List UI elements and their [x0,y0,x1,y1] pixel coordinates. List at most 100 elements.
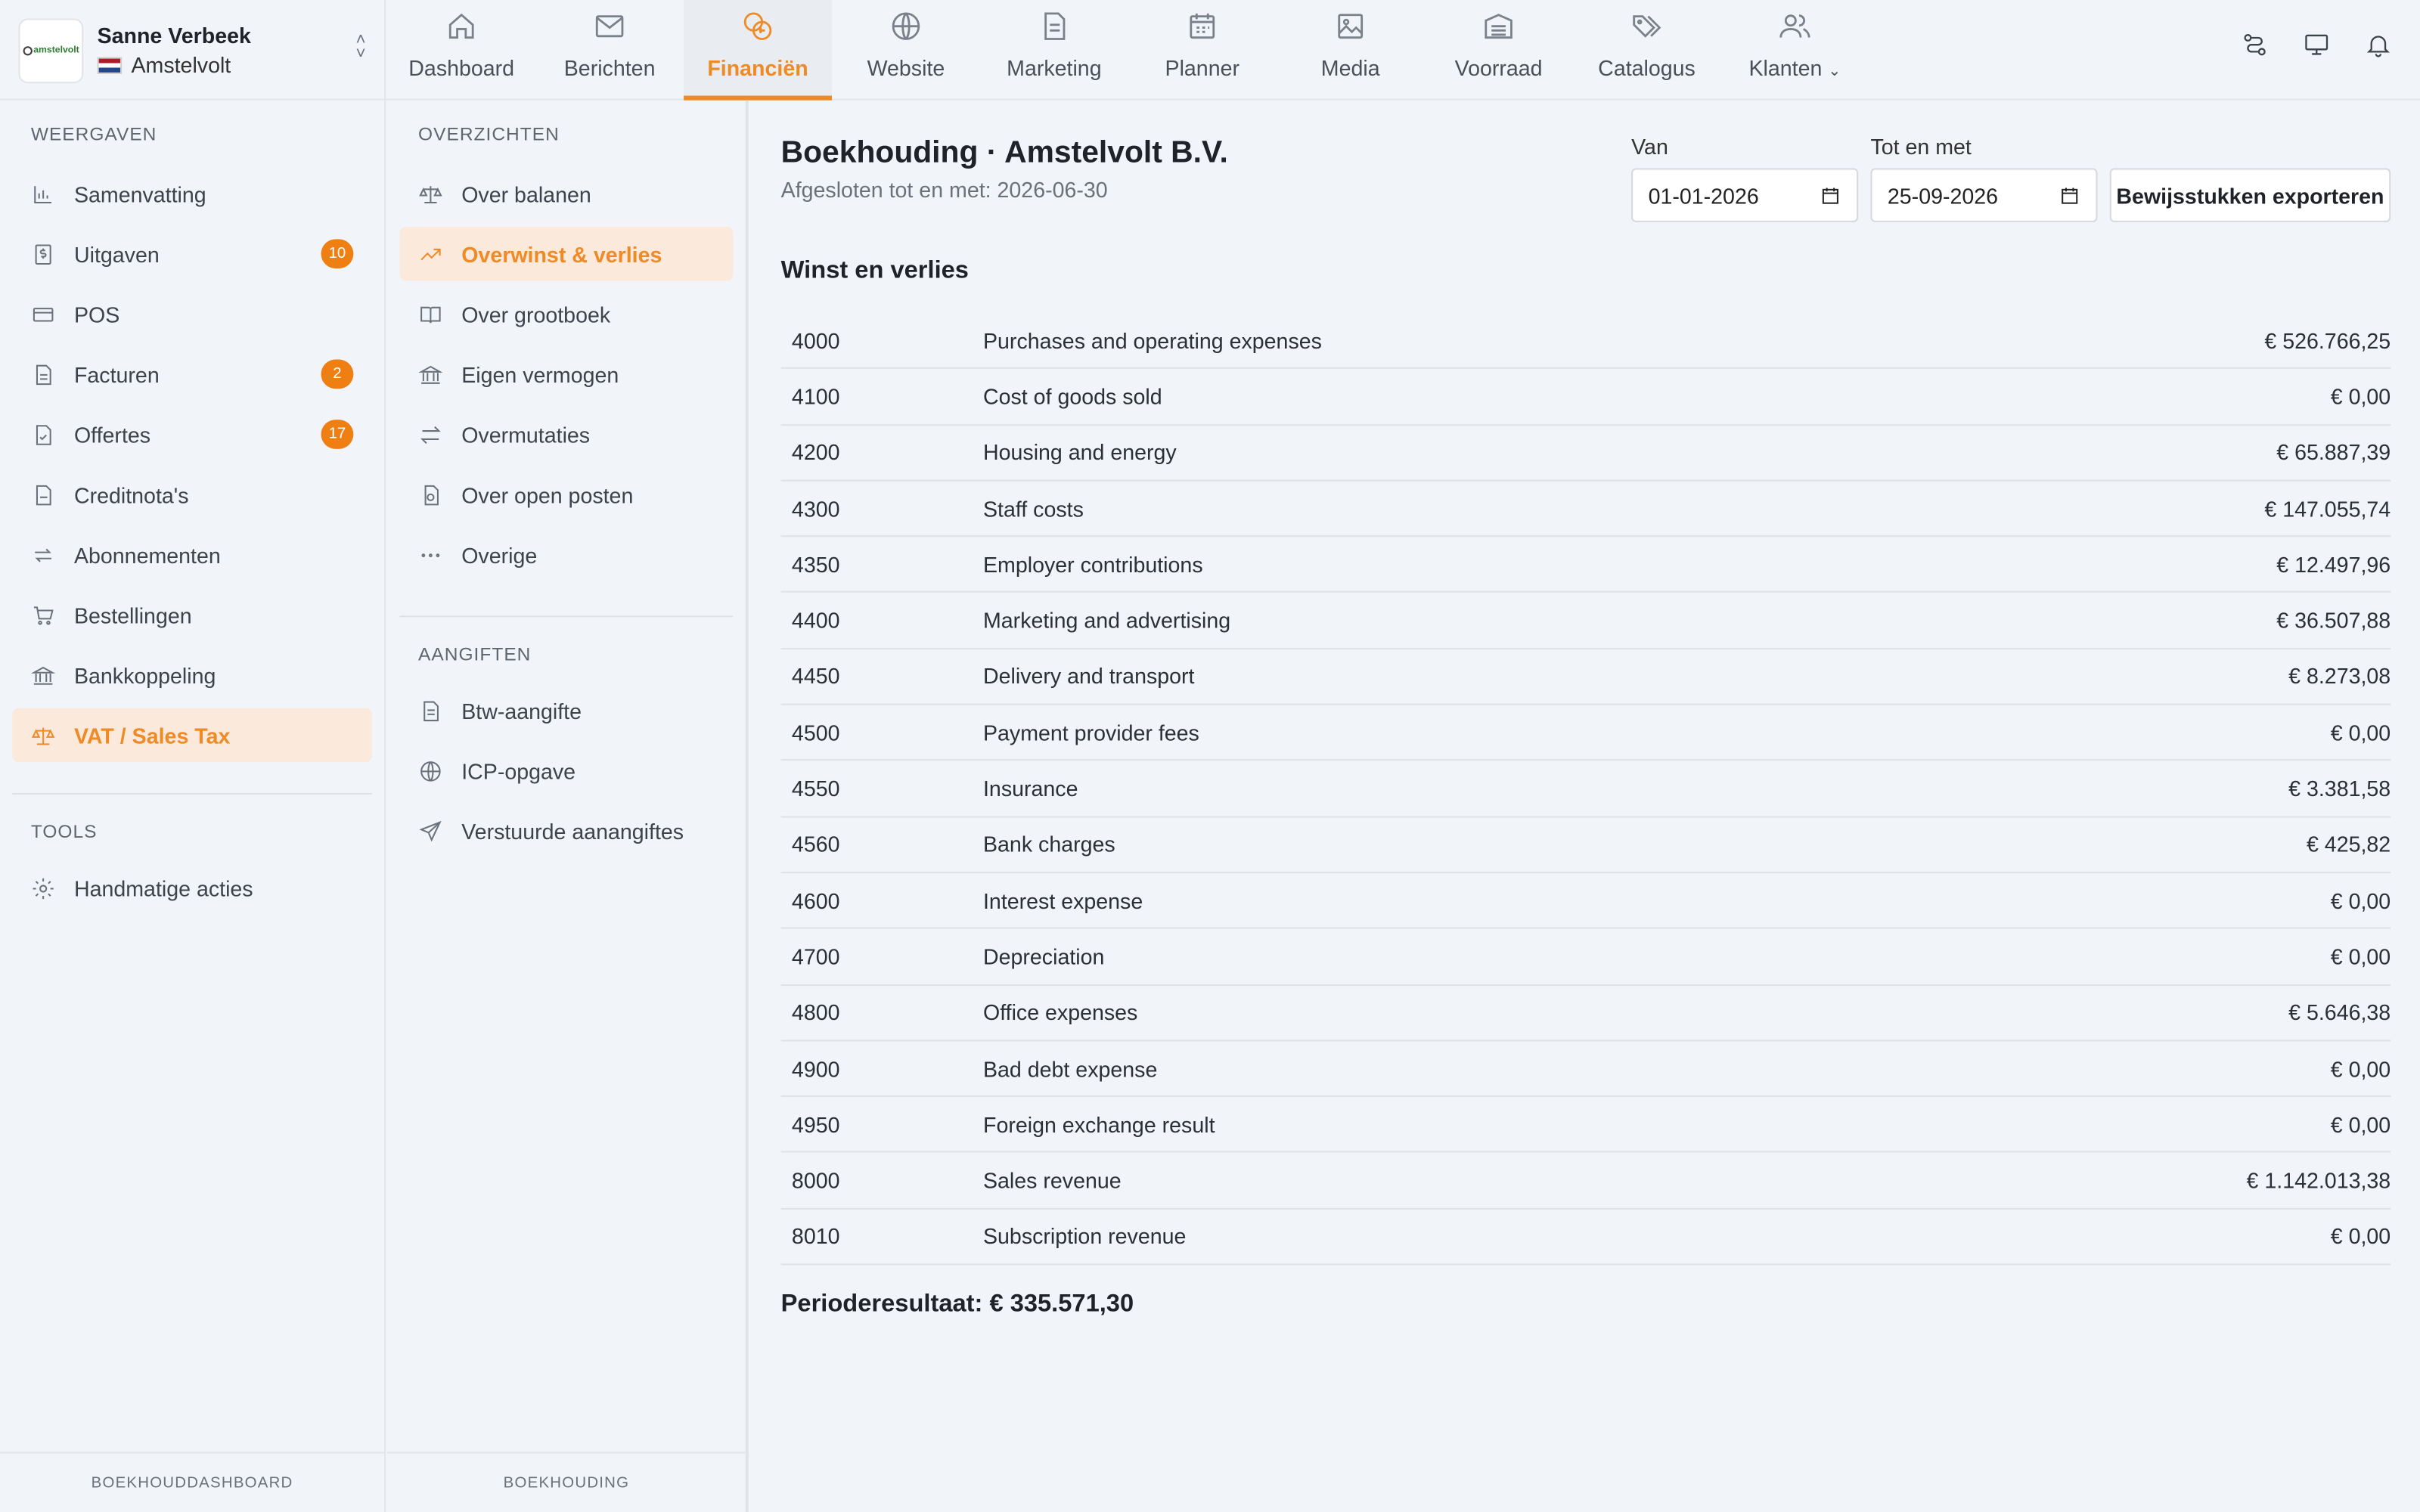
nav-voorraad[interactable]: Voorraad [1425,0,1573,99]
account-code: 4800 [791,999,840,1025]
nav-catalogus[interactable]: Catalogus [1573,0,1721,99]
account-code: 4450 [791,664,840,689]
globe-icon [420,761,441,781]
sidebar-item-abonnementen[interactable]: Abonnementen [12,528,372,581]
table-row[interactable]: 4500 Payment provider fees € 0,00 [780,705,2391,761]
chevron-down-icon: ⌄ [1828,63,1841,81]
account-code: 4700 [791,943,840,969]
account-amount: € 5.646,38 [2288,999,2391,1025]
table-row[interactable]: 4100 Cost of goods sold € 0,00 [780,369,2391,426]
account-description: Cost of goods sold [982,384,1162,409]
account-description: Insurance [982,776,1078,801]
main-content: Boekhouding · Amstelvolt B.V. Afgesloten… [750,101,2420,1512]
table-row[interactable]: 4900 Bad debt expense € 0,00 [780,1041,2391,1098]
account-description: Sales revenue [982,1168,1122,1193]
uitgaven-count-badge: 10 [321,239,354,269]
subnav-item-balances[interactable]: Over balanen [400,166,734,220]
company-name: Amstelvolt [131,52,231,78]
subnav-item-vat-return[interactable]: Btw-aangifte [400,683,734,737]
account-amount: € 147.055,74 [2264,496,2391,521]
nav-marketing[interactable]: Marketing [980,0,1128,99]
table-row[interactable]: 4450 Delivery and transport € 8.273,08 [780,649,2391,705]
section-title-overviews: OVERZICHTEN [418,123,560,145]
sidebar-item-handmatige-acties[interactable]: Handmatige acties [12,861,372,915]
section-title-tools: TOOLS [30,820,98,843]
nav-financien[interactable]: Financiën [684,0,832,101]
table-row[interactable]: 4300 Staff costs € 147.055,74 [780,482,2391,538]
table-row[interactable]: 4200 Housing and energy € 65.887,39 [780,425,2391,482]
from-date-input[interactable]: 01-01-2026 [1631,168,1859,222]
account-amount: € 425,82 [2306,832,2391,857]
bell-icon[interactable] [2365,31,2393,59]
page-title: Boekhouding · Amstelvolt B.V. [780,135,1228,170]
open-items-icon [424,484,439,505]
account-code: 8000 [791,1168,840,1193]
subnav-item-other[interactable]: Overige [400,528,734,581]
sidebar-item-facturen[interactable]: Facturen 2 [12,347,372,401]
route-icon[interactable] [2241,31,2269,59]
sidebar-footer-label[interactable]: BOEKHOUDDASHBOARD [0,1452,385,1512]
nav-berichten[interactable]: Berichten [535,0,684,99]
sidebar-item-creditnotas[interactable]: Creditnota's [12,467,372,521]
nav-klanten[interactable]: Klanten ⌄ [1720,0,1869,99]
dollar-receipt-icon [35,243,51,264]
table-row[interactable]: 4550 Insurance € 3.381,58 [780,761,2391,817]
section-title-views: WEERGAVEN [30,123,157,145]
subnav-item-icp[interactable]: ICP-opgave [400,744,734,798]
table-row[interactable]: 4560 Bank charges € 425,82 [780,817,2391,874]
account-amount: € 0,00 [2330,1112,2391,1137]
sidebar-item-bankkoppeling[interactable]: Bankkoppeling [12,648,372,702]
account-switcher[interactable]: amstelvolt Sanne Verbeek Amstelvolt ˄ ˅ [0,0,386,101]
table-row[interactable]: 4000 Purchases and operating expenses € 52… [780,313,2391,370]
nav-media[interactable]: Media [1277,0,1425,99]
chevron-updown-icon[interactable]: ˄ ˅ [356,32,366,63]
subnav-item-open-items[interactable]: Over open posten [400,467,734,521]
nav-dashboard[interactable]: Dashboard [387,0,535,99]
calendar-icon[interactable] [1820,184,1841,206]
sidebar-item-pos[interactable]: POS [12,287,372,341]
ledger-table: 4000 Purchases and operating expenses € 52… [780,313,2391,1266]
table-row[interactable]: 4800 Office expenses € 5.646,38 [780,985,2391,1042]
scale-icon [31,727,55,745]
table-row[interactable]: 4400 Marketing and advertising € 36.507,88 [780,593,2391,649]
company-logo: amstelvolt [18,17,84,83]
subnav-item-sent-filings[interactable]: Verstuurde aanangiftes [400,804,734,857]
account-description: Depreciation [982,943,1105,969]
subnav-footer-label[interactable]: BOEKHOUDING [387,1452,746,1512]
table-row[interactable]: 8010 Subscription revenue € 0,00 [780,1209,2391,1266]
export-receipts-button[interactable]: Bewijsstukken exporteren [2109,168,2391,222]
calendar-icon[interactable] [2059,184,2080,206]
sidebar-item-samenvatting[interactable]: Samenvatting [12,166,372,220]
account-code: 4000 [791,327,840,353]
table-row[interactable]: 4950 Foreign exchange result € 0,00 [780,1097,2391,1154]
table-row[interactable]: 4350 Employer contributions € 12.497,96 [780,538,2391,593]
subnav-item-equity[interactable]: Eigen vermogen [400,347,734,401]
users-icon [1779,14,1810,38]
account-description: Payment provider fees [982,720,1199,745]
nav-website[interactable]: Website [832,0,980,99]
offertes-count-badge: 17 [321,420,354,449]
nav-planner[interactable]: Planner [1128,0,1277,99]
from-date-label: Van [1631,134,1668,160]
account-code: 4950 [791,1112,840,1137]
subnav-item-profit-loss[interactable]: Overwinst & verlies [399,226,734,281]
sidebar-item-offertes[interactable]: Offertes 17 [12,407,372,461]
subnav-item-ledger[interactable]: Over grootboek [400,287,734,341]
table-row[interactable]: 4600 Interest expense € 0,00 [780,873,2391,930]
mail-icon [595,15,624,38]
account-description: Housing and energy [982,440,1177,465]
sidebar-item-uitgaven[interactable]: Uitgaven 10 [12,227,372,280]
sub-navigation: OVERZICHTEN Over balanen Overwinst & ver… [387,100,749,1512]
subnav-item-mutations[interactable]: Overmutaties [400,407,734,461]
account-code: 4350 [791,552,840,577]
account-code: 4600 [791,888,840,913]
account-amount: € 0,00 [2330,888,2391,913]
table-row[interactable]: 4700 Depreciation € 0,00 [780,929,2391,986]
more-icon [421,553,440,557]
monitor-icon[interactable] [2303,31,2331,59]
sidebar-item-vat-sales-tax[interactable]: VAT / Sales Tax [12,708,372,763]
table-row[interactable]: 8000 Sales revenue € 1.142.013,38 [780,1153,2391,1210]
sidebar-item-bestellingen[interactable]: Bestellingen [12,588,372,642]
to-date-input[interactable]: 25-09-2026 [1870,168,2098,222]
bank-icon [30,665,56,684]
